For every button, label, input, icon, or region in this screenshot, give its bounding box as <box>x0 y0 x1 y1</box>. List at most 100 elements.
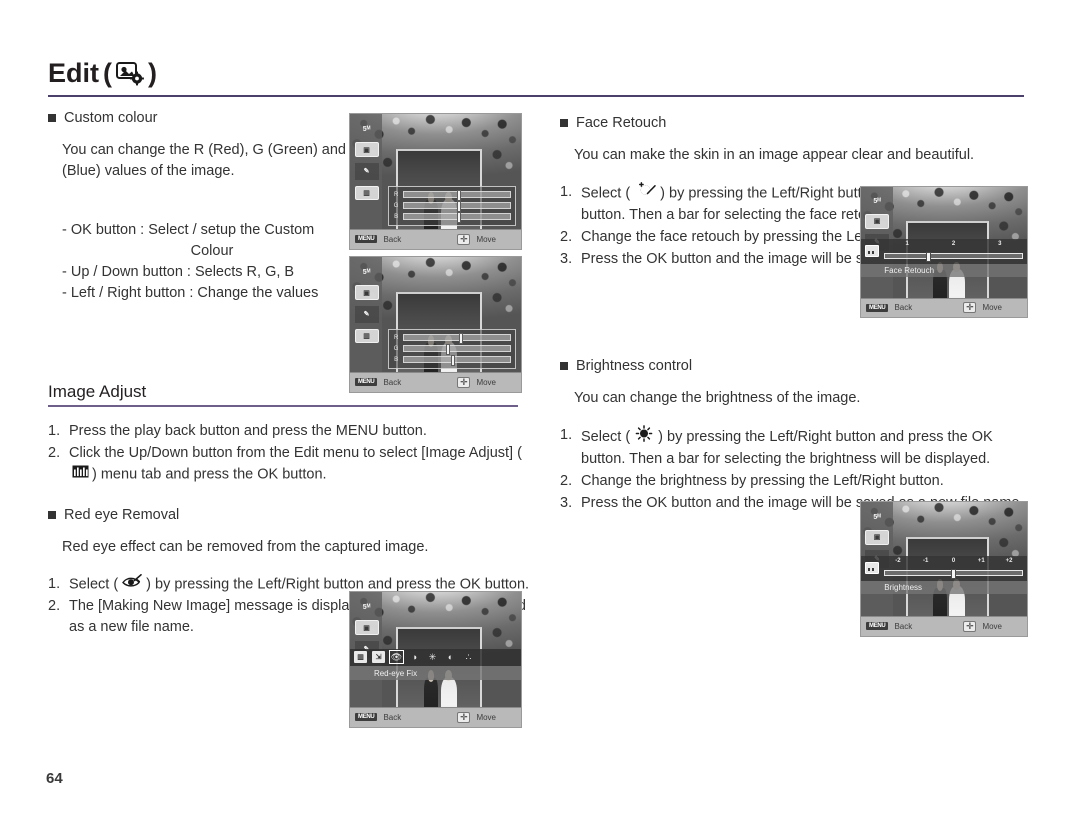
face-retouch-description: You can make the skin in an image appear… <box>574 147 975 163</box>
custom-colour-note-leftright: - Left / Right button : Change the value… <box>62 285 319 301</box>
brightness-icon[interactable]: ✳ <box>426 651 439 663</box>
rgb-row-r[interactable]: R <box>393 190 511 202</box>
brightness-icon <box>634 425 654 449</box>
rgb-slider-panel[interactable]: R G B <box>387 185 516 227</box>
tick-label: +2 <box>1005 558 1013 565</box>
back-label: Back <box>383 234 402 244</box>
red-eye-fix-label: Red-eye Fix <box>350 666 521 680</box>
list-item: 2. Change the brightness by pressing the… <box>560 471 1030 492</box>
image-adjust-steps: 1. Press the play back button and press … <box>48 421 538 485</box>
back-label: Back <box>383 712 402 722</box>
step-number: 3. <box>560 251 573 267</box>
lcd-custom-colour-1: 5ᴹ ▣ ✎ ▥ R G B MENU Back Move <box>349 113 522 250</box>
rgb-track-g[interactable] <box>402 344 511 356</box>
face-retouch-level-panel[interactable]: 1 2 3 <box>861 239 1027 264</box>
rgb-label-r: R <box>393 191 399 198</box>
back-label: Back <box>894 621 913 631</box>
tick-label: 3 <box>998 241 1002 248</box>
edit-menu-icon-row[interactable]: ▥ ⇲ 👁 ◑ ✳ ◐ ∴ <box>350 648 521 667</box>
face-retouch-heading: Face Retouch <box>560 115 1030 131</box>
bullet-square-icon <box>48 510 56 519</box>
contrast-icon[interactable]: ◐ <box>444 651 457 663</box>
list-item: 1. Select ( ) by pressing the Left/Right… <box>560 425 1030 470</box>
pen-icon: ✎ <box>354 162 379 181</box>
rgb-knob-b[interactable] <box>456 212 461 224</box>
step-text-before: Select ( <box>69 576 119 593</box>
page-title-text: Edit <box>48 58 99 88</box>
custom-colour-note-colour: Colour <box>190 243 234 259</box>
tick-label: 0 <box>951 558 956 565</box>
step-number: 3. <box>560 495 573 511</box>
dpad-icon[interactable] <box>457 233 471 245</box>
lcd-red-eye-fix: 5ᴹ ▣ ✎ ▥ ⇲ 👁 ◑ ✳ ◐ ∴ Red-eye Fix MENU Ba… <box>349 591 522 728</box>
brightness-knob[interactable] <box>950 568 956 579</box>
face-retouch-heading-text: Face Retouch <box>576 115 667 131</box>
photo-icon: ▣ <box>354 285 379 301</box>
brightness-bar[interactable] <box>884 568 1023 579</box>
step-text-after: ) by pressing the Left/Right button and … <box>146 576 530 593</box>
step-text-before: Select ( <box>581 428 631 445</box>
brightness-label: Brightness <box>861 581 1027 595</box>
bullet-square-icon <box>48 114 56 122</box>
rgb-track-r[interactable] <box>402 190 511 202</box>
photo-icon: ▣ <box>865 530 889 545</box>
menu-key-icon[interactable]: MENU <box>866 303 889 312</box>
rgb-label-r: R <box>393 334 399 341</box>
saturation-icon[interactable]: ∴ <box>462 651 475 663</box>
red-eye-icon <box>122 573 142 595</box>
face-retouch-bar[interactable] <box>884 251 1023 262</box>
dpad-icon[interactable] <box>963 302 977 314</box>
dpad-icon[interactable] <box>457 376 471 388</box>
rgb-track-b[interactable] <box>402 212 511 224</box>
image-adjust-icon: ▥ <box>354 328 379 344</box>
step-text: Change the brightness by pressing the Le… <box>581 473 944 489</box>
red-eye-icon[interactable]: 👁 <box>389 650 404 665</box>
rgb-row-g[interactable]: G <box>393 201 511 213</box>
step-number: 2. <box>560 473 573 489</box>
red-eye-heading-text: Red eye Removal <box>64 506 180 523</box>
rgb-row-b[interactable]: B <box>393 355 511 367</box>
resize-icon[interactable]: ⇲ <box>372 651 385 664</box>
rgb-knob-r[interactable] <box>456 190 461 202</box>
rgb-knob-g[interactable] <box>446 344 451 356</box>
rgb-label-g: G <box>393 345 399 352</box>
rgb-track-b[interactable] <box>402 355 511 367</box>
face-retouch-knob[interactable] <box>926 251 932 262</box>
move-label: Move <box>982 621 1002 631</box>
rgb-row-g[interactable]: G <box>393 344 511 356</box>
paren-open: ( <box>103 58 112 88</box>
image-adjust-icon[interactable]: ▥ <box>354 651 367 664</box>
dpad-icon[interactable] <box>457 711 471 723</box>
paren-close: ) <box>148 58 157 88</box>
menu-key-icon[interactable]: MENU <box>355 235 378 244</box>
move-label: Move <box>476 712 496 722</box>
rgb-knob-g[interactable] <box>456 201 461 213</box>
rgb-knob-r[interactable] <box>458 333 463 345</box>
rgb-track-g[interactable] <box>402 201 511 213</box>
step-text-after: ) menu tab and press the OK button. <box>92 465 327 482</box>
face-retouch-icon <box>634 182 656 205</box>
photo-gear-icon <box>116 61 144 86</box>
step-number: 2. <box>48 598 61 615</box>
rgb-slider-panel[interactable]: R G B <box>387 328 516 370</box>
move-label: Move <box>476 234 496 244</box>
menu-key-icon[interactable]: MENU <box>355 378 378 387</box>
tick-label: -1 <box>923 558 929 565</box>
brightness-ticks: -2 -1 0 +1 +2 <box>884 558 1023 568</box>
rgb-track-r[interactable] <box>402 333 511 345</box>
menu-key-icon[interactable]: MENU <box>355 713 378 722</box>
brightness-level-panel[interactable]: -2 -1 0 +1 +2 <box>861 555 1027 582</box>
rgb-knob-b[interactable] <box>451 355 456 367</box>
custom-colour-description: You can change the R (Red), G (Green) an… <box>62 142 360 179</box>
tick-label: 1 <box>905 241 909 248</box>
custom-colour-note-updown: - Up / Down button : Selects R, G, B <box>62 264 295 280</box>
menu-key-icon[interactable]: MENU <box>866 622 889 631</box>
list-item: 2. Click the Up/Down button from the Edi… <box>48 443 538 485</box>
bullet-square-icon <box>560 362 568 370</box>
resolution-5m-icon: 5ᴹ <box>362 604 371 612</box>
dpad-icon[interactable] <box>963 620 977 632</box>
face-retouch-icon[interactable]: ◑ <box>408 651 421 663</box>
lcd-bottom-bar: MENU Back Move <box>350 371 521 392</box>
rgb-row-b[interactable]: B <box>393 212 511 224</box>
rgb-row-r[interactable]: R <box>393 333 511 345</box>
